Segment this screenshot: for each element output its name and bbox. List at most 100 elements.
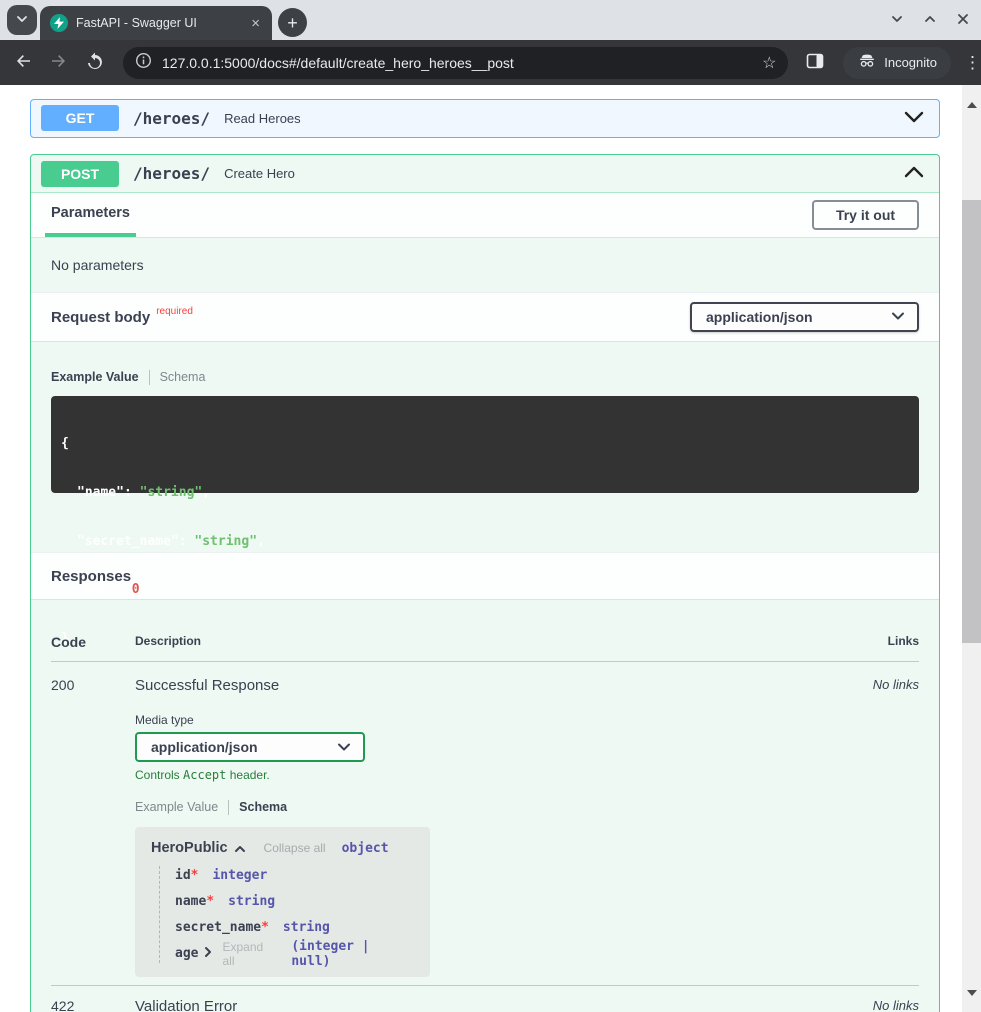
parameters-header: Parameters Try it out bbox=[31, 193, 939, 238]
media-type-label: Media type bbox=[135, 713, 829, 727]
response-code: 422 bbox=[51, 998, 135, 1012]
url-bar[interactable]: 127.0.0.1:5000/docs#/default/create_hero… bbox=[123, 47, 788, 79]
arrow-left-icon bbox=[13, 51, 33, 74]
bookmark-star-icon[interactable]: ☆ bbox=[762, 53, 776, 73]
request-body-header: Request body required application/json bbox=[31, 292, 939, 342]
hero-public-model: HeroPublic Collapse all object bbox=[135, 827, 430, 977]
model-properties: id* integer name* string secret_name* bbox=[159, 866, 414, 963]
scrollbar-thumb[interactable] bbox=[962, 200, 981, 643]
url-text[interactable]: 127.0.0.1:5000/docs#/default/create_hero… bbox=[162, 55, 752, 71]
get-heroes-summary[interactable]: GET /heroes/ Read Heroes bbox=[31, 100, 939, 136]
triangle-up-icon bbox=[967, 87, 977, 108]
close-tab-button[interactable]: × bbox=[249, 16, 262, 31]
tab-divider bbox=[149, 370, 150, 385]
site-info-icon[interactable] bbox=[135, 52, 152, 74]
tab-schema[interactable]: Schema bbox=[160, 370, 206, 384]
code-line: "name": "string", bbox=[61, 485, 909, 501]
chevron-down-icon bbox=[15, 12, 29, 29]
code-line: "secret_name": "string", bbox=[61, 534, 909, 550]
scroll-down-button[interactable] bbox=[962, 996, 981, 1010]
new-tab-button[interactable]: + bbox=[278, 8, 307, 37]
browser-window: FastAPI - Swagger UI × + bbox=[0, 0, 981, 1012]
required-star: * bbox=[206, 894, 214, 909]
post-heroes-opblock: POST /heroes/ Create Hero Parameters bbox=[30, 154, 940, 1012]
column-code: Code bbox=[51, 634, 135, 650]
incognito-label: Incognito bbox=[884, 55, 937, 70]
chevron-down-icon bbox=[337, 739, 351, 755]
get-heroes-opblock: GET /heroes/ Read Heroes bbox=[30, 99, 940, 138]
property-row-id: id* integer bbox=[175, 866, 414, 885]
forward-button[interactable] bbox=[49, 53, 69, 73]
collapse-post-button[interactable] bbox=[903, 165, 925, 182]
post-heroes-summary[interactable]: POST /heroes/ Create Hero bbox=[31, 155, 939, 193]
tab-strip: FastAPI - Swagger UI × + bbox=[0, 0, 981, 40]
tab-schema[interactable]: Schema bbox=[239, 800, 287, 814]
chevron-down-icon bbox=[903, 110, 925, 127]
side-panel-icon bbox=[805, 51, 825, 74]
page-scrollbar[interactable] bbox=[962, 85, 981, 1012]
responses-table-head: Code Description Links bbox=[51, 600, 919, 662]
property-row-secret-name: secret_name* string bbox=[175, 918, 414, 937]
response-media-value: application/json bbox=[151, 739, 258, 755]
tab-divider bbox=[228, 800, 229, 815]
responses-table: Code Description Links 200 Successful Re… bbox=[31, 600, 939, 1012]
window-controls bbox=[887, 0, 973, 40]
required-label: required bbox=[156, 306, 193, 317]
collapse-model-button[interactable] bbox=[234, 841, 246, 856]
property-row-name: name* string bbox=[175, 892, 414, 911]
tab-example-value[interactable]: Example Value bbox=[51, 370, 139, 384]
browser-tab[interactable]: FastAPI - Swagger UI × bbox=[40, 6, 272, 40]
window-maximize-button[interactable] bbox=[920, 10, 940, 30]
example-json-code: { "name": "string", "secret_name": "stri… bbox=[51, 396, 919, 493]
post-path: /heroes/ bbox=[133, 164, 210, 183]
responses-header: Responses bbox=[31, 552, 939, 600]
request-body-title: Request body bbox=[51, 309, 150, 326]
response-description: Validation Error bbox=[135, 998, 829, 1012]
window-minimize-button[interactable] bbox=[887, 10, 907, 30]
column-description: Description bbox=[135, 634, 829, 650]
get-summary-text: Read Heroes bbox=[224, 111, 301, 126]
response-row-200: 200 Successful Response Media type appli… bbox=[51, 662, 919, 977]
model-type: object bbox=[342, 841, 389, 856]
get-path: /heroes/ bbox=[133, 109, 210, 128]
tab-title: FastAPI - Swagger UI bbox=[76, 16, 241, 30]
swagger-ui: GET /heroes/ Read Heroes POST /heroes/ C… bbox=[30, 99, 940, 1012]
response-description: Successful Response bbox=[135, 677, 829, 694]
required-star: * bbox=[191, 868, 199, 883]
required-star: * bbox=[261, 920, 269, 935]
expand-all-link[interactable]: Expand all bbox=[222, 940, 277, 968]
try-it-out-button[interactable]: Try it out bbox=[812, 200, 919, 230]
get-method-badge: GET bbox=[41, 105, 119, 131]
incognito-icon bbox=[857, 50, 877, 75]
browser-menu-button[interactable]: ⋮ bbox=[964, 53, 981, 73]
post-method-badge: POST bbox=[41, 161, 119, 187]
request-example-tabs: Example Value Schema bbox=[51, 369, 919, 385]
controls-accept-message: Controls Accept header. bbox=[135, 768, 829, 782]
fastapi-logo-icon bbox=[50, 14, 68, 32]
no-parameters-text: No parameters bbox=[31, 238, 939, 292]
chevron-down-icon bbox=[891, 308, 905, 326]
tab-example-value[interactable]: Example Value bbox=[135, 800, 218, 814]
response-links: No links bbox=[829, 998, 919, 1012]
request-body-media-select[interactable]: application/json bbox=[690, 302, 919, 332]
request-example-section: Example Value Schema { "name": "string",… bbox=[31, 342, 939, 552]
arrow-right-icon bbox=[49, 51, 69, 74]
chevron-up-icon bbox=[903, 165, 925, 182]
property-row-age: age Expand all (integer | null) bbox=[175, 944, 414, 963]
expand-age-button[interactable] bbox=[204, 946, 212, 961]
chevron-right-icon bbox=[204, 946, 212, 961]
parameters-tab: Parameters bbox=[45, 193, 136, 237]
response-example-tabs: Example Value Schema bbox=[135, 799, 829, 815]
response-media-select[interactable]: application/json bbox=[135, 732, 365, 762]
page-content: GET /heroes/ Read Heroes POST /heroes/ C… bbox=[0, 85, 962, 1012]
tab-search-button[interactable] bbox=[7, 5, 37, 35]
reload-button[interactable] bbox=[85, 53, 105, 73]
collapse-all-link[interactable]: Collapse all bbox=[264, 841, 326, 855]
response-code: 200 bbox=[51, 677, 135, 693]
side-panel-button[interactable] bbox=[804, 52, 826, 74]
expand-get-button[interactable] bbox=[903, 110, 925, 127]
window-close-button[interactable] bbox=[953, 10, 973, 30]
scroll-up-button[interactable] bbox=[962, 87, 981, 101]
post-summary-text: Create Hero bbox=[224, 166, 295, 181]
back-button[interactable] bbox=[13, 53, 33, 73]
